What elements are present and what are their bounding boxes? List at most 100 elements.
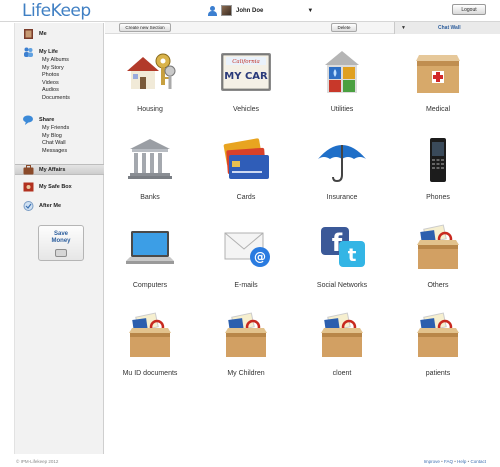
person-icon xyxy=(208,5,217,16)
umbrella-icon xyxy=(318,145,366,183)
sidebar-item-me[interactable]: Me xyxy=(15,29,104,39)
people-icon xyxy=(24,47,33,57)
submenu-item[interactable]: My Blog xyxy=(42,133,69,141)
app-logo[interactable]: LifeKeep xyxy=(22,1,91,21)
tile-others[interactable]: Others xyxy=(394,217,482,297)
sidebar-item-label: My Life xyxy=(39,49,58,55)
tile-mu-id-documents[interactable]: Mu ID documents xyxy=(106,305,194,385)
briefcase-icon xyxy=(23,164,34,174)
footer-separator: • xyxy=(441,459,443,464)
plate-number-text: MY CAR xyxy=(224,71,268,82)
submenu-item[interactable]: Audios xyxy=(42,87,70,95)
section-toolbar: Create new Section Delete ▼ Chat Wall xyxy=(105,22,500,34)
tile-computers[interactable]: Computers xyxy=(106,217,194,297)
tile-utilities[interactable]: Utilities xyxy=(298,41,386,121)
tile-cloent[interactable]: cloent xyxy=(298,305,386,385)
tile-label: My Children xyxy=(227,370,265,377)
create-section-button[interactable]: Create new Section xyxy=(119,23,171,32)
tile-label: Housing xyxy=(137,106,163,113)
tile-label: patients xyxy=(425,370,451,377)
sidebar-item-safe-box[interactable]: My Safe Box xyxy=(15,182,104,192)
tile-label: E-mails xyxy=(234,282,258,289)
tile-cards[interactable]: Cards xyxy=(202,129,290,209)
save-money-label: Save xyxy=(53,231,68,237)
save-money-label: Money xyxy=(51,238,71,244)
footer: © IPM-Lifekeep 2012 Improve • FAQ • Help… xyxy=(0,456,500,467)
save-money-button[interactable]: Save Money xyxy=(38,225,84,261)
submenu-item[interactable]: Videos xyxy=(42,80,70,88)
utilities-house-icon xyxy=(325,51,359,93)
tile-vehicles[interactable]: California MY CAR Vehicles xyxy=(202,41,290,121)
chat-wall-label: Chat Wall xyxy=(438,25,461,31)
piggy-bank-icon xyxy=(55,249,67,257)
tile-label: Phones xyxy=(426,194,450,201)
user-name: John Doe xyxy=(236,7,264,14)
submenu-item[interactable]: My Albums xyxy=(42,57,70,65)
sidebar: Me My Life My Albums My Story Photos Vid… xyxy=(14,23,104,454)
me-icon xyxy=(24,29,33,39)
tile-label: Vehicles xyxy=(232,106,260,113)
share-icon xyxy=(23,115,33,125)
laptop-icon xyxy=(126,231,174,264)
footer-link-faq[interactable]: FAQ xyxy=(444,459,453,464)
social-networks-icon: f t xyxy=(321,227,365,267)
top-header: LifeKeep John Doe ▼ Logout xyxy=(0,0,500,22)
tile-label: Insurance xyxy=(326,194,358,201)
submenu-item[interactable]: Documents xyxy=(42,95,70,103)
box-icon xyxy=(417,312,459,357)
tile-label: Banks xyxy=(140,194,160,201)
sidebar-item-my-life[interactable]: My Life xyxy=(15,47,104,57)
after-me-icon xyxy=(23,201,34,211)
license-plate-icon: California MY CAR xyxy=(221,53,271,91)
submenu-item[interactable]: Messages xyxy=(42,148,69,156)
sidebar-item-share[interactable]: Share xyxy=(15,115,104,125)
chevron-down-icon[interactable]: ▼ xyxy=(307,8,313,14)
footer-link-improve[interactable]: Improve xyxy=(424,459,440,464)
tile-medical[interactable]: Medical xyxy=(394,41,482,121)
submenu-item[interactable]: Photos xyxy=(42,72,70,80)
tile-label: Social Networks xyxy=(316,282,368,289)
svg-text:@: @ xyxy=(254,250,266,264)
submenu-item[interactable]: My Story xyxy=(42,65,70,73)
footer-link-help[interactable]: Help xyxy=(457,459,466,464)
user-menu[interactable]: John Doe ▼ xyxy=(208,5,313,16)
submenu-item[interactable]: My Friends xyxy=(42,125,69,133)
tile-label: Computers xyxy=(132,282,168,289)
tile-housing[interactable]: Housing xyxy=(106,41,194,121)
tile-label: cloent xyxy=(332,370,352,377)
svg-text:t: t xyxy=(348,245,357,266)
sidebar-item-my-affairs[interactable]: My Affairs xyxy=(15,164,104,175)
box-icon xyxy=(129,312,171,357)
tile-label: Medical xyxy=(425,106,451,113)
credit-cards-icon xyxy=(223,138,269,179)
tile-banks[interactable]: Banks xyxy=(106,129,194,209)
box-icon xyxy=(321,312,363,357)
sidebar-item-label: Me xyxy=(39,31,47,37)
footer-link-contact[interactable]: Contact xyxy=(470,459,486,464)
tile-label: Others xyxy=(427,282,449,289)
tile-social-networks[interactable]: f t Social Networks xyxy=(298,217,386,297)
chevron-down-icon: ▼ xyxy=(401,25,406,31)
sidebar-item-label: Share xyxy=(39,117,55,123)
footer-separator: • xyxy=(467,459,470,464)
safe-box-icon xyxy=(23,182,34,192)
bank-icon xyxy=(128,139,172,179)
medical-box-icon xyxy=(416,55,460,93)
logout-button[interactable]: Logout xyxy=(452,4,486,15)
mobile-phone-icon xyxy=(430,138,446,182)
chat-wall-toggle[interactable]: ▼ Chat Wall xyxy=(394,22,500,34)
tile-my-children[interactable]: My Children xyxy=(202,305,290,385)
delete-button[interactable]: Delete xyxy=(331,23,357,32)
my-life-submenu: My Albums My Story Photos Videos Audios … xyxy=(42,57,70,102)
sidebar-item-after-me[interactable]: After Me xyxy=(15,201,104,211)
sidebar-item-label: My Safe Box xyxy=(39,184,72,190)
house-keys-icon xyxy=(127,53,176,89)
tile-phones[interactable]: Phones xyxy=(394,129,482,209)
tile-insurance[interactable]: Insurance xyxy=(298,129,386,209)
plate-state-text: California xyxy=(232,59,260,65)
box-icon xyxy=(417,224,459,269)
tile-emails[interactable]: @ E-mails xyxy=(202,217,290,297)
submenu-item[interactable]: Chat Wall xyxy=(42,140,69,148)
tile-patients[interactable]: patients xyxy=(394,305,482,385)
envelope-icon: @ xyxy=(224,232,270,267)
